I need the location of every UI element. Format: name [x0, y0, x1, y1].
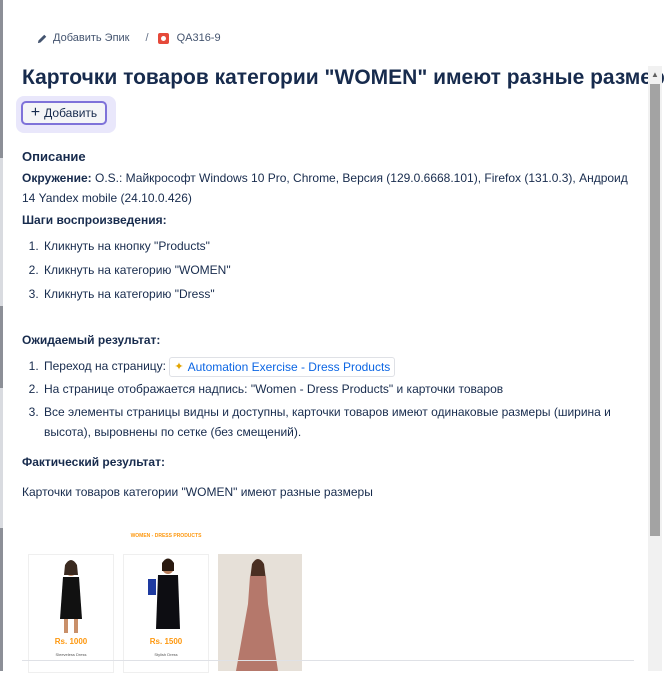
list-item: Кликнуть на категорию "WOMEN" [42, 260, 634, 280]
add-button-label: Добавить [44, 106, 98, 120]
product-photo [60, 560, 82, 633]
expected-list: Переход на страницу: ✦ Automation Exerci… [22, 356, 634, 442]
attachment-screenshot[interactable]: WOMEN - DRESS PRODUCTS Rs. 1000 Sleevele… [28, 533, 304, 673]
steps-list: Кликнуть на кнопку "Products" Кликнуть н… [22, 236, 634, 304]
chevron-up-icon[interactable]: ▲ [648, 66, 662, 82]
product-price: Rs. 1000 [54, 637, 88, 646]
product-card: Rs. 1500 Stylish Dress [123, 554, 209, 673]
add-button-focus-ring: + Добавить [16, 96, 116, 133]
breadcrumb-separator: / [145, 32, 149, 44]
environment-line: Окружение: O.S.: Майкрософт Windows 10 P… [22, 168, 634, 208]
page-link[interactable]: ✦ Automation Exercise - Dress Products [169, 357, 396, 377]
breadcrumb: Добавить Эпик / QA316-9 [37, 31, 221, 45]
environment-label: Окружение: [22, 171, 92, 185]
list-item: Все элементы страницы видны и доступны, … [42, 402, 634, 442]
add-button[interactable]: + Добавить [21, 101, 107, 125]
screenshot-banner: WOMEN - DRESS PRODUCTS [130, 533, 202, 539]
issue-description[interactable]: Описание Окружение: O.S.: Майкрософт Win… [22, 148, 634, 502]
issue-key-link[interactable]: QA316-9 [157, 32, 221, 44]
add-epic-link[interactable]: Добавить Эпик [37, 32, 130, 44]
product-card [218, 554, 302, 671]
environment-text: O.S.: Майкрософт Windows 10 Pro, Chrome,… [22, 171, 628, 205]
issue-key-label: QA316-9 [176, 32, 221, 44]
bug-icon [157, 32, 169, 44]
product-photo [148, 558, 180, 629]
scrollbar[interactable]: ▲ [648, 66, 662, 671]
page-link-label: Automation Exercise - Dress Products [187, 360, 391, 374]
divider [22, 660, 634, 661]
pencil-icon [37, 34, 47, 43]
list-item: На странице отображается надпись: "Women… [42, 379, 634, 399]
list-item: Кликнуть на кнопку "Products" [42, 236, 634, 256]
list-item: Переход на страницу: ✦ Automation Exerci… [42, 356, 634, 377]
sparkle-icon: ✦ [174, 361, 184, 373]
issue-title[interactable]: Карточки товаров категории "WOMEN" имеют… [22, 66, 666, 90]
steps-heading: Шаги воспроизведения: [22, 213, 167, 227]
expected-heading: Ожидаемый результат: [22, 333, 161, 347]
product-card: Rs. 1000 Sleeveless Dress [28, 554, 114, 673]
list-item: Кликнуть на категорию "Dress" [42, 284, 634, 304]
actual-heading: Фактический результат: [22, 455, 165, 469]
actual-text: Карточки товаров категории "WOMEN" имеют… [22, 485, 373, 499]
plus-icon: + [30, 104, 41, 121]
product-name: Stylish Dress [154, 652, 178, 657]
product-price: Rs. 1500 [149, 637, 183, 646]
description-heading: Описание [22, 149, 86, 164]
product-photo [218, 554, 302, 671]
product-name: Sleeveless Dress [55, 652, 87, 657]
scrollbar-thumb[interactable] [650, 84, 660, 536]
add-epic-label: Добавить Эпик [53, 32, 130, 44]
backdrop-edge [0, 0, 3, 671]
